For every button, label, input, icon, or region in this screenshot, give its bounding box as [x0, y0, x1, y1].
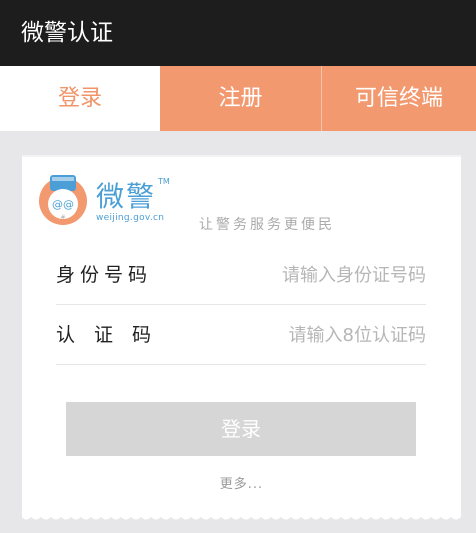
brand-logo: @@ # 微警 TM weijing.gov.cn 让警务服务更便民 — [38, 171, 338, 233]
brand-trademark: TM — [158, 177, 170, 186]
police-mascot-icon: @@ # — [39, 175, 87, 225]
id-number-label: 身份号码 — [56, 264, 153, 286]
brand-name: 微警 — [96, 180, 157, 213]
login-card: @@ # 微警 TM weijing.gov.cn 让警务服务更便民 身份号码 … — [22, 155, 461, 517]
tab-bar: 登录 注册 可信终端 — [0, 66, 476, 131]
app-title: 微警认证 — [21, 20, 113, 46]
app-titlebar: 微警认证 — [0, 0, 476, 66]
id-number-row: 身份号码 — [56, 245, 426, 305]
tab-register[interactable]: 注册 — [160, 66, 321, 131]
card-scalloped-edge — [22, 512, 461, 520]
brand-slogan: 让警务服务更便民 — [199, 217, 335, 233]
tab-trusted-device[interactable]: 可信终端 — [321, 66, 476, 131]
auth-code-row: 认证码 — [56, 305, 426, 365]
brand-url: weijing.gov.cn — [96, 213, 165, 223]
login-button[interactable]: 登录 — [66, 402, 416, 456]
id-number-input[interactable] — [216, 259, 426, 291]
auth-code-input[interactable] — [216, 319, 426, 351]
mascot-eyes: @@ — [52, 198, 74, 211]
auth-code-label: 认证码 — [56, 324, 171, 346]
more-link[interactable]: 更多... — [22, 473, 461, 492]
svg-text:#: # — [60, 214, 65, 221]
tab-login[interactable]: 登录 — [0, 66, 160, 131]
